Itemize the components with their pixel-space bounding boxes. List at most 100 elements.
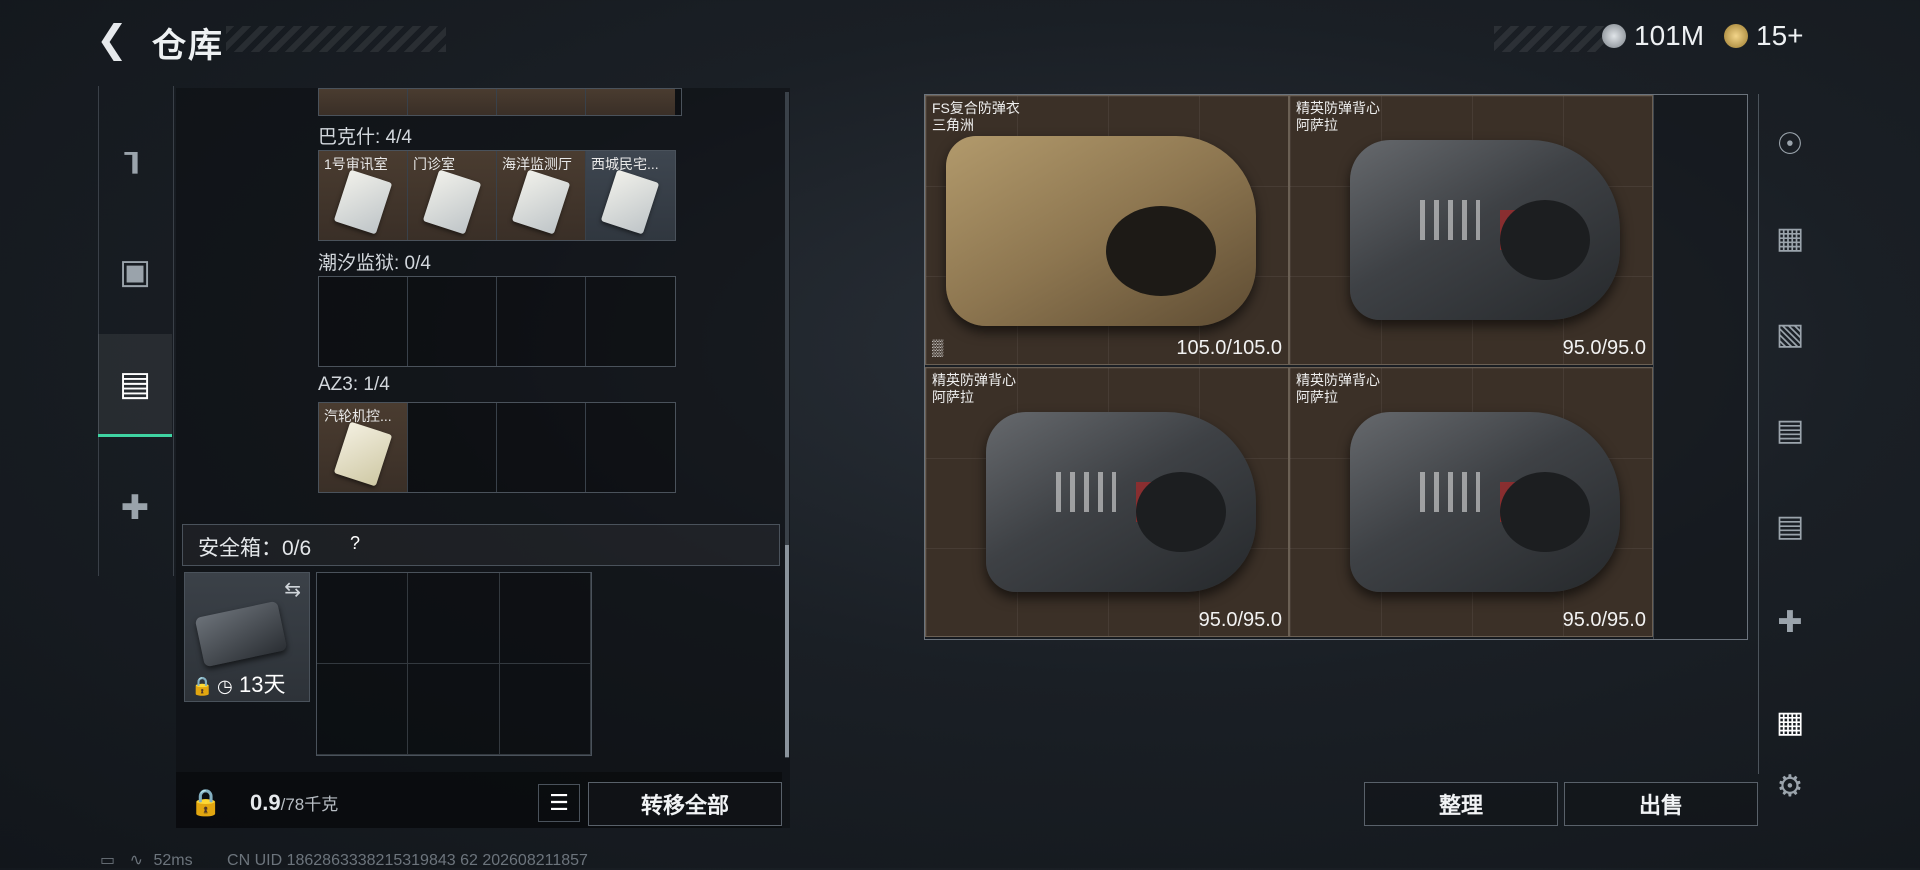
key-grid <box>318 276 676 367</box>
safe-case-icon <box>194 600 288 668</box>
rail-item-armor[interactable]: ▣ <box>98 222 172 322</box>
item-tile[interactable]: 精英防弹背心 阿萨拉 95.0/95.0 <box>1289 95 1653 365</box>
keycard-icon <box>333 421 393 487</box>
top-bar: ❮ 仓库 101M 15+ <box>0 0 1920 80</box>
key-slot[interactable] <box>319 89 408 115</box>
item-tile[interactable]: 精英防弹背心 阿萨拉 95.0/95.0 <box>1289 367 1653 637</box>
rail-item-weapons[interactable]: ┒ <box>98 104 172 204</box>
keychain-label: AZ3: 1/4 <box>318 374 390 395</box>
page-title: 仓库 <box>152 27 224 65</box>
status-bar: ▭ ∿ 52ms CN UID 1862863338215319843 62 2… <box>100 850 588 870</box>
key-slot[interactable]: 1号审讯室 <box>319 151 408 240</box>
filter-backpack[interactable]: ▧ <box>1764 308 1816 360</box>
item-durability: 95.0/95.0 <box>1562 337 1646 359</box>
list-view-button[interactable]: ☰ <box>538 784 580 822</box>
keychain-label: 潮汐监狱: 0/4 <box>318 253 431 274</box>
rail-item-containers[interactable]: ▤ <box>98 334 172 437</box>
key-name: 西城民宅... <box>591 156 659 172</box>
keycard-icon <box>511 169 571 235</box>
key-grid: 1号审讯室 门诊室 海洋监测厅 西城民宅... <box>318 150 676 241</box>
rail-item-medical[interactable]: ✚ <box>98 458 172 558</box>
weight-display: 0.9/78千克 <box>250 790 339 815</box>
filter-rail-divider <box>1758 94 1759 774</box>
safe-box-duration: 13天 <box>239 672 286 697</box>
key-slot-empty[interactable] <box>497 403 586 492</box>
key-slot-empty[interactable] <box>497 277 586 366</box>
pistol-icon: ┒ <box>124 135 146 173</box>
item-name: FS复合防弹衣 三角洲 <box>932 100 1020 133</box>
armor-icon: ▣ <box>118 253 152 291</box>
back-button[interactable]: ❮ <box>96 20 136 60</box>
filter-medkit[interactable]: ✚ <box>1764 596 1816 648</box>
wifi-icon: ∿ <box>129 852 143 869</box>
lock-icon: 🔒 <box>189 786 223 817</box>
item-name: 精英防弹背心 阿萨拉 <box>1296 372 1380 405</box>
settings-button[interactable]: ⚙ <box>1764 760 1816 812</box>
filter-helmet[interactable]: ☉ <box>1764 118 1816 170</box>
key-name: 汽轮机控... <box>324 408 392 424</box>
medkit-tier-icon: ✚ <box>1777 605 1803 639</box>
keychain-label: 巴克什: 4/4 <box>318 127 412 148</box>
uid: CN UID 1862863338215319843 62 2026082118… <box>227 852 588 869</box>
key-slot-empty[interactable] <box>408 277 497 366</box>
armor-tier-icon: ▦ <box>1775 221 1805 255</box>
filter-rig[interactable]: ▤ <box>1764 404 1816 456</box>
list-icon: ☰ <box>549 790 569 815</box>
lock-button[interactable]: 🔒 <box>182 778 230 826</box>
safe-box-grid[interactable] <box>316 572 592 756</box>
help-button[interactable]: ? <box>342 530 368 556</box>
scrollbar-thumb[interactable] <box>785 545 789 757</box>
currency-decoration <box>1494 26 1604 52</box>
vest-icon <box>986 412 1256 592</box>
key-slot-empty[interactable] <box>319 277 408 366</box>
sell-button[interactable]: 出售 <box>1564 782 1758 826</box>
key-slot-empty[interactable] <box>408 403 497 492</box>
key-slot[interactable]: 门诊室 <box>408 151 497 240</box>
key-slot[interactable] <box>497 89 586 115</box>
coin-silver-icon <box>1602 24 1626 48</box>
backpack-tier-icon: ▧ <box>1775 317 1805 351</box>
armor-slot-icon: ▦ <box>1775 705 1805 739</box>
rig-tier-icon: ▤ <box>1775 413 1805 447</box>
key-grid-partial <box>318 88 682 116</box>
item-durability: 95.0/95.0 <box>1562 609 1646 631</box>
swap-arrows-icon[interactable]: ⇆ <box>284 577 301 602</box>
key-name: 门诊室 <box>413 156 455 172</box>
item-durability: 95.0/95.0 <box>1198 609 1282 631</box>
gear-icon: ⚙ <box>1776 769 1804 803</box>
filter-armor[interactable]: ▦ <box>1764 212 1816 264</box>
rig-tier-icon: ▤ <box>1775 509 1805 543</box>
stash-panel: FS复合防弹衣 三角洲 ▒ 105.0/105.0 精英防弹背心 阿萨拉 95.0/… <box>924 94 1748 640</box>
key-slot[interactable] <box>586 89 675 115</box>
battery-icon: ▭ <box>100 852 116 869</box>
key-grid: 汽轮机控... <box>318 402 676 493</box>
vest-icon <box>1350 140 1620 320</box>
currency-silver: 101M <box>1602 20 1704 52</box>
key-slot[interactable]: 海洋监测厅 <box>497 151 586 240</box>
clock-icon: ◷ <box>217 676 233 696</box>
currency-gold: 15+ <box>1724 20 1804 52</box>
key-slot-empty[interactable] <box>586 403 675 492</box>
item-tile[interactable]: 精英防弹背心 阿萨拉 95.0/95.0 <box>925 367 1289 637</box>
body-armor-icon <box>946 136 1256 326</box>
keycard-icon <box>422 169 482 235</box>
item-tile[interactable]: FS复合防弹衣 三角洲 ▒ 105.0/105.0 <box>925 95 1289 365</box>
key-name: 1号审讯室 <box>324 156 388 172</box>
item-durability: 105.0/105.0 <box>1176 337 1282 359</box>
chevron-left-icon: ❮ <box>96 19 128 61</box>
key-slot-empty[interactable] <box>586 277 675 366</box>
keycard-icon <box>333 169 393 235</box>
key-slot[interactable]: 汽轮机控... <box>319 403 408 492</box>
filter-armor-slot[interactable]: ▦ <box>1764 696 1816 748</box>
organize-button[interactable]: 整理 <box>1364 782 1558 826</box>
empty-column <box>1653 95 1746 639</box>
safe-box-label: 安全箱：0/6 <box>198 537 312 560</box>
ping: 52ms <box>153 852 193 869</box>
item-name: 精英防弹背心 阿萨拉 <box>1296 100 1380 133</box>
key-slot[interactable]: 西城民宅... <box>586 151 675 240</box>
transfer-all-button[interactable]: 转移全部 <box>588 782 782 826</box>
safe-box-item[interactable]: ⇆ 🔒 ◷ 13天 <box>184 572 310 702</box>
key-slot[interactable] <box>408 89 497 115</box>
filter-rig-2[interactable]: ▤ <box>1764 500 1816 552</box>
lock-icon: 🔒 <box>191 676 214 696</box>
